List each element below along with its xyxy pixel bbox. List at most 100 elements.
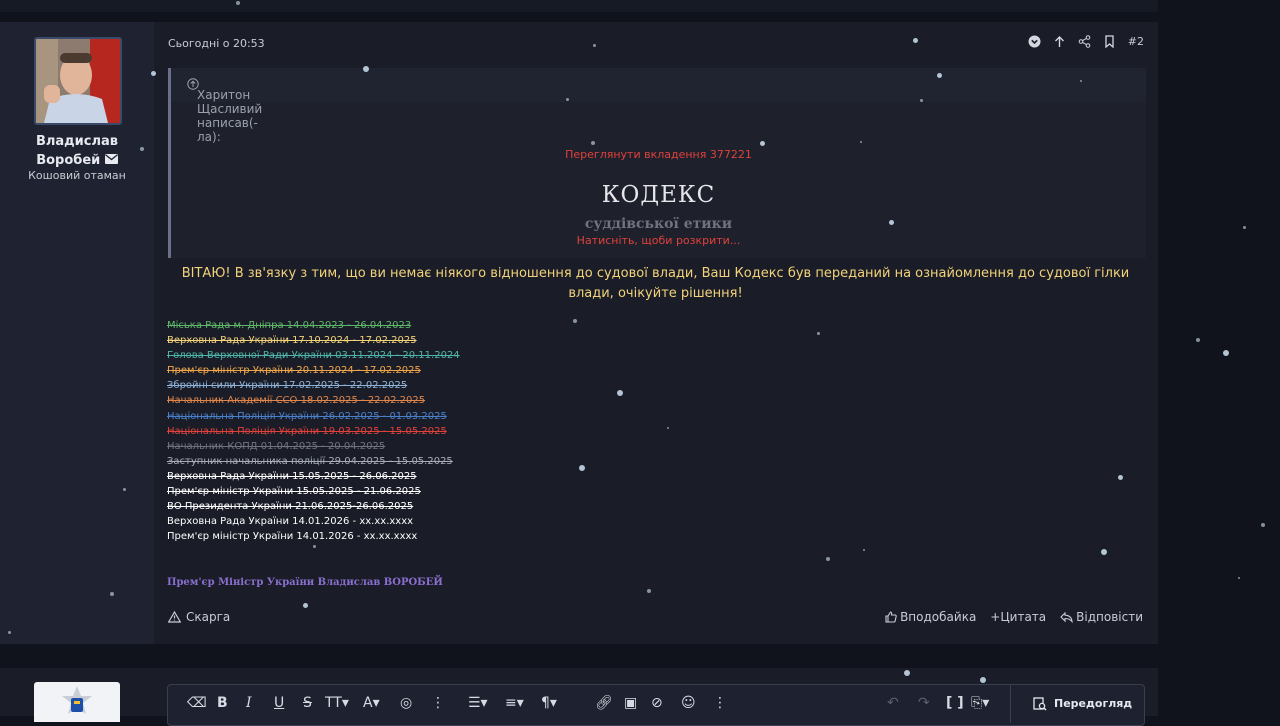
snowflake bbox=[647, 589, 651, 593]
forum-post: Владислав Воробей Кошовий отаман Сьогодн… bbox=[0, 22, 1158, 644]
bold-icon[interactable]: B bbox=[217, 695, 228, 711]
thumbs-up-icon bbox=[885, 611, 897, 623]
greeting-message: ВІТАЮ! В зв'язку з тим, що ви немає ніяк… bbox=[181, 266, 1130, 301]
snowflake bbox=[1196, 338, 1200, 342]
snowflake bbox=[1238, 577, 1240, 579]
history-item: Міська Рада м. Дніпра 14.04.2023 - 26.04… bbox=[167, 320, 412, 331]
history-item: ВО Президента України 21.06.2025-26.06.2… bbox=[167, 501, 414, 513]
history-item: Прем'єр міністр України 14.01.2026 - хх.… bbox=[167, 531, 418, 543]
like-label: Вподобайка bbox=[900, 610, 977, 624]
snowflake bbox=[860, 141, 862, 143]
avatar-photo bbox=[36, 39, 120, 123]
previous-post-edge bbox=[0, 0, 1158, 12]
snowflake bbox=[573, 319, 577, 323]
quote-author[interactable]: Харитон Щасливий написав(-ла): bbox=[197, 88, 262, 144]
attachment-image-subtitle: суддівської етики bbox=[584, 216, 733, 232]
link-icon[interactable]: 🔗︎ bbox=[595, 695, 613, 711]
user-info-column: Владислав Воробей Кошовий отаман bbox=[0, 22, 154, 644]
undo-icon[interactable]: ↶ bbox=[887, 695, 899, 711]
snowflake bbox=[1261, 523, 1265, 527]
text-size-icon[interactable]: TT▾ bbox=[325, 695, 349, 711]
paragraph-icon[interactable]: ¶▾ bbox=[541, 695, 557, 711]
drafts-icon[interactable]: ⎘▾ bbox=[971, 695, 989, 711]
editor-toolbar: ⌫ B I U S TT▾ A▾ ◎ ⋮ ☰▾ ≡▾ ¶▾ 🔗︎ ▣ ⊘ ☺ ⋮… bbox=[167, 684, 1145, 726]
history-item: Начальник Академії ССО 18.02.2025 - 22.0… bbox=[167, 395, 426, 407]
report-label: Скарга bbox=[186, 610, 231, 624]
quote-block: Харитон Щасливий написав(-ла): Перегляну… bbox=[168, 68, 1146, 258]
attachment-link[interactable]: Переглянути вкладення 377221 bbox=[171, 148, 1146, 161]
snowflake bbox=[593, 44, 596, 47]
history-item: Верховна Рада України 15.05.2025 - 26.06… bbox=[167, 470, 417, 482]
reply-button[interactable]: Відповісти bbox=[1060, 610, 1143, 624]
like-button[interactable]: Вподобайка bbox=[885, 610, 976, 624]
snowflake bbox=[667, 427, 669, 429]
warning-icon bbox=[168, 611, 181, 623]
signature: Прем'єр Міністр України Владислав ВОРОБЕ… bbox=[167, 577, 443, 588]
reply-icon bbox=[1060, 611, 1073, 623]
post-tools: #2 bbox=[1028, 35, 1144, 48]
quote-button[interactable]: +Цитата bbox=[990, 610, 1046, 624]
history-item: Національна Поліція України 19.03.2025 -… bbox=[167, 425, 447, 437]
history-item: Прем'єр міністр України 15.05.2025 - 21.… bbox=[167, 486, 421, 498]
snowflake bbox=[817, 332, 820, 335]
snowflake bbox=[980, 677, 986, 683]
snowflake bbox=[591, 141, 595, 145]
eraser-icon[interactable]: ⌫ bbox=[187, 695, 207, 711]
smiley-icon[interactable]: ☺ bbox=[681, 695, 696, 711]
preview-button[interactable]: Передогляд bbox=[1010, 685, 1145, 723]
username-first: Владислав bbox=[35, 134, 119, 149]
post-timestamp[interactable]: Сьогодні о 20:53 bbox=[168, 37, 265, 50]
underline-icon[interactable]: U bbox=[274, 695, 284, 711]
share-icon[interactable] bbox=[1078, 35, 1091, 48]
hide-icon[interactable]: ⊘ bbox=[651, 695, 663, 711]
username-last: Воробей bbox=[36, 153, 101, 168]
preview-icon bbox=[1033, 697, 1047, 711]
snowflake bbox=[826, 557, 830, 561]
current-user-avatar[interactable] bbox=[34, 682, 120, 722]
snowflake bbox=[863, 549, 865, 551]
strikethrough-icon[interactable]: S bbox=[303, 695, 312, 711]
snowflake bbox=[617, 390, 623, 396]
align-icon[interactable]: ≡▾ bbox=[505, 695, 524, 711]
chevron-down-icon[interactable] bbox=[1028, 35, 1041, 48]
snowflake bbox=[760, 141, 765, 146]
snowflake bbox=[363, 66, 369, 72]
snowflake bbox=[303, 603, 308, 608]
post-number[interactable]: #2 bbox=[1128, 35, 1144, 48]
image-icon[interactable]: ▣ bbox=[624, 695, 637, 711]
snowflake bbox=[123, 488, 126, 491]
snowflake bbox=[8, 631, 11, 634]
arrow-up-icon[interactable] bbox=[1053, 35, 1066, 48]
history-item: Заступник начальника поліції 29.04.2025 … bbox=[167, 455, 453, 467]
police-star-icon bbox=[62, 686, 92, 714]
redo-icon[interactable]: ↷ bbox=[918, 695, 930, 711]
font-icon[interactable]: A▾ bbox=[363, 695, 380, 711]
bookmark-icon[interactable] bbox=[1103, 35, 1116, 48]
history-item: Начальник КОПД 01.04.2025 - 20.04.2025 bbox=[167, 440, 386, 452]
snowflake bbox=[913, 38, 918, 43]
palette-icon[interactable]: ◎ bbox=[400, 695, 412, 711]
snowflake bbox=[1080, 80, 1082, 82]
snowflake bbox=[1101, 549, 1107, 555]
post-main: Сьогодні о 20:53 #2 Харитон Щасливий нап… bbox=[154, 22, 1158, 644]
expand-quote-link[interactable]: Натисніть, щоби розкрити... bbox=[171, 234, 1146, 247]
snowflake bbox=[889, 220, 894, 225]
snowflake bbox=[920, 99, 923, 102]
snowflake bbox=[1243, 226, 1246, 229]
italic-icon[interactable]: I bbox=[246, 695, 252, 711]
history-item: Збройні сили України 17.02.2025 - 22.02.… bbox=[167, 380, 408, 392]
more-vertical-icon[interactable]: ⋮ bbox=[431, 695, 445, 711]
list-icon[interactable]: ☰▾ bbox=[468, 695, 488, 711]
envelope-icon[interactable] bbox=[104, 154, 118, 164]
quote-header[interactable]: Харитон Щасливий написав(-ла): bbox=[171, 68, 1146, 144]
report-button[interactable]: Скарга bbox=[168, 610, 230, 624]
snowflake bbox=[566, 98, 569, 101]
user-title: Кошовий отаман bbox=[28, 169, 126, 182]
bbcode-icon[interactable]: [ ] bbox=[946, 695, 964, 711]
snowflake bbox=[937, 73, 942, 78]
preview-label: Передогляд bbox=[1054, 697, 1133, 710]
more-vertical-icon[interactable]: ⋮ bbox=[713, 695, 727, 711]
avatar[interactable] bbox=[34, 37, 122, 125]
snowflake bbox=[904, 670, 910, 676]
username[interactable]: Владислав Воробей bbox=[0, 132, 154, 170]
